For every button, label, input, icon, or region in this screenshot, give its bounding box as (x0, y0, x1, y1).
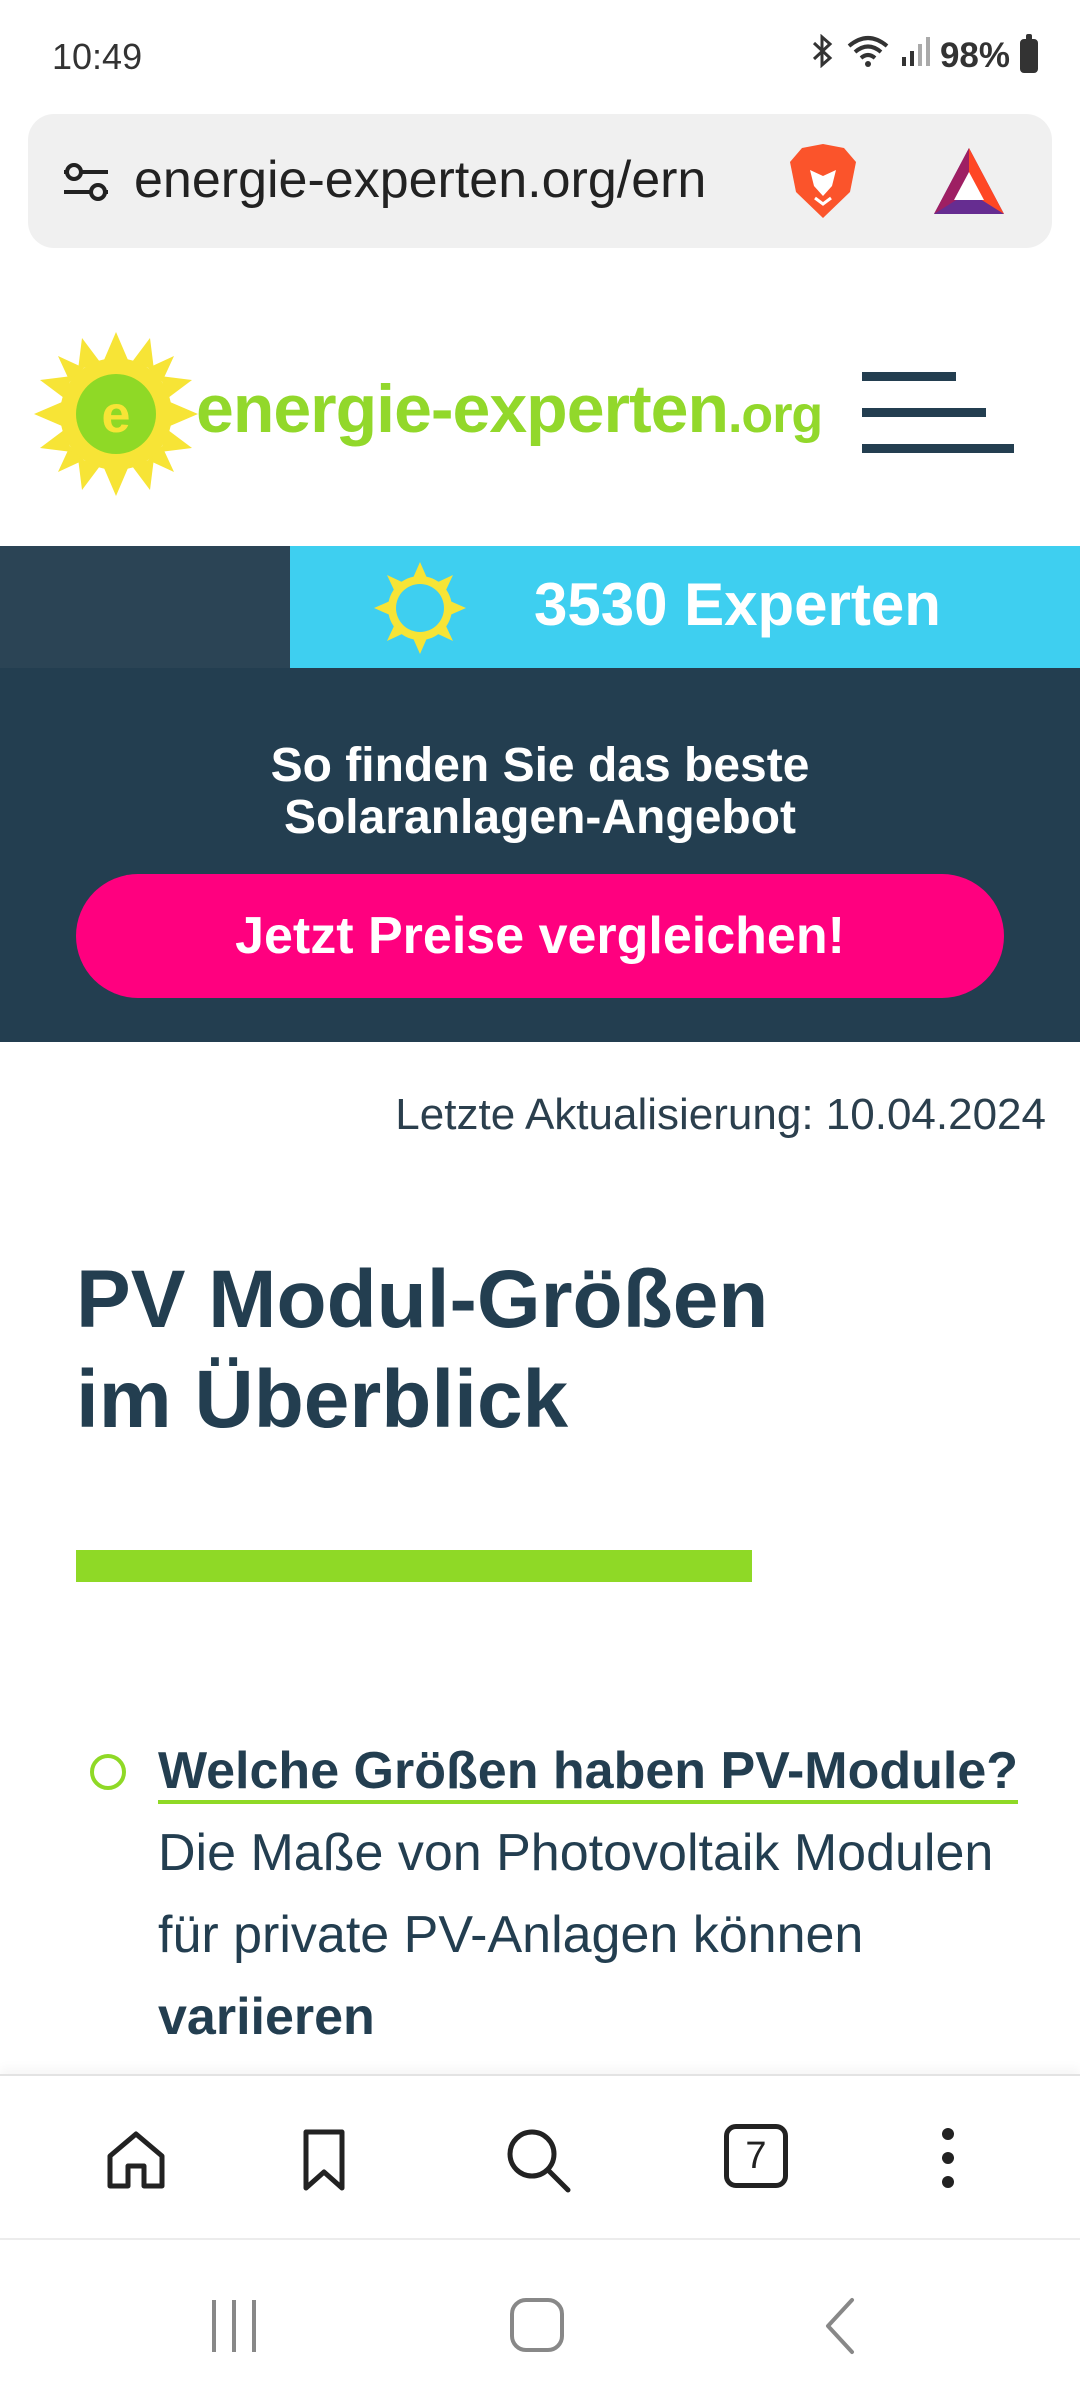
status-bar: 10:49 98% (0, 0, 1080, 112)
logo-text-org: .org (727, 386, 823, 444)
brave-shields-icon[interactable] (782, 140, 864, 222)
title-underline-bar (76, 1550, 752, 1582)
bullet-marker (90, 1754, 126, 1790)
battery-percentage: 98% (939, 35, 1010, 75)
tab-count: 7 (724, 2124, 788, 2188)
bullet-question-link[interactable]: Welche Größen haben PV-Module? (158, 1742, 1019, 1804)
bullet-body: Die Maße von Photovoltaik Modulen für pr… (158, 1824, 994, 1964)
bullet-bold: variieren (158, 1988, 375, 2046)
menu-line (862, 372, 956, 381)
menu-line (862, 444, 1014, 453)
expert-count-box[interactable]: 3530 Experten (290, 546, 1080, 668)
home-icon[interactable] (100, 2124, 172, 2196)
promo-title-line1: So finden Sie das beste (270, 739, 810, 792)
recent-apps-icon[interactable] (200, 2294, 270, 2358)
svg-text:e: e (102, 386, 131, 444)
back-icon[interactable] (808, 2294, 878, 2358)
signal-icon (900, 35, 930, 76)
search-icon[interactable] (502, 2124, 574, 2196)
hamburger-menu-button[interactable] (862, 368, 1016, 460)
site-settings-icon[interactable] (58, 154, 114, 210)
site-logo[interactable]: e energie-experten.org (34, 332, 870, 496)
bat-rewards-icon[interactable] (930, 144, 1008, 218)
bluetooth-icon (810, 33, 836, 77)
article-title-line2: im Überblick (76, 1354, 569, 1445)
system-navigation-bar (0, 2238, 1080, 2402)
home-nav-icon[interactable] (502, 2294, 572, 2358)
logo-text-main: energie-experten (196, 371, 729, 447)
menu-line (862, 408, 986, 417)
bullet-paragraph: Welche Größen haben PV-Module? Die Maße … (158, 1730, 1058, 2058)
last-updated: Letzte Aktualisierung: 10.04.2024 (395, 1090, 1046, 1139)
promo-title: So finden Sie das beste Solaranlagen-Ang… (0, 740, 1080, 844)
status-icons: 98% (810, 33, 1038, 77)
sun-icon (374, 562, 466, 654)
logo-text: energie-experten.org (196, 370, 823, 448)
article-title: PV Modul-Größen im Überblick (76, 1250, 1016, 1450)
more-menu-icon[interactable] (912, 2124, 984, 2196)
expert-banner: 3530 Experten (0, 546, 1080, 668)
url-text[interactable]: energie-experten.org/ern (134, 150, 782, 210)
logo-sun-icon: e (34, 332, 198, 496)
tabs-button[interactable]: 7 (724, 2124, 796, 2196)
promo-title-line2: Solaranlagen-Angebot (283, 791, 797, 844)
bookmark-icon[interactable] (288, 2124, 360, 2196)
battery-icon (1020, 33, 1038, 73)
article-title-line1: PV Modul-Größen (76, 1254, 769, 1345)
address-bar[interactable]: energie-experten.org/ern (28, 114, 1052, 248)
browser-toolbar: 7 (0, 2074, 1080, 2240)
wifi-icon (846, 34, 890, 77)
status-time: 10:49 (52, 36, 143, 77)
promo-section: So finden Sie das beste Solaranlagen-Ang… (0, 668, 1080, 1042)
expert-count: 3530 Experten (534, 571, 941, 638)
compare-prices-button[interactable]: Jetzt Preise vergleichen! (76, 874, 1004, 998)
